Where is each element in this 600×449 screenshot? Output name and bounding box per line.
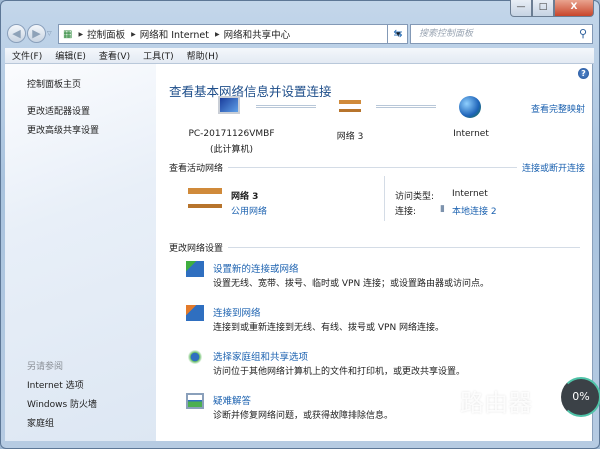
map-internet[interactable]: Internet <box>446 129 496 139</box>
sidebar-change-advanced-sharing[interactable]: 更改高级共享设置 <box>27 123 99 136</box>
access-type-label: 访问类型: <box>395 189 434 202</box>
sidebar-change-adapter-settings[interactable]: 更改适配器设置 <box>27 104 90 117</box>
menu-edit[interactable]: 编辑(E) <box>55 49 86 62</box>
breadcrumb-network-sharing-center[interactable]: 网络和共享中心 <box>224 27 291 41</box>
menu-bar: 文件(F) 编辑(E) 查看(V) 工具(T) 帮助(H) <box>5 48 594 64</box>
menu-tools[interactable]: 工具(T) <box>143 49 174 62</box>
page-title: 查看基本网络信息并设置连接 <box>169 81 332 100</box>
maximize-button[interactable]: □ <box>532 0 554 17</box>
connect-network-link[interactable]: 连接到网络 <box>213 305 261 319</box>
close-button[interactable]: X <box>554 0 594 17</box>
watermark-site: luyouqi.com <box>484 413 545 424</box>
local-connection-link[interactable]: 本地连接 2 <box>452 204 497 217</box>
new-connection-icon <box>186 261 204 277</box>
breadcrumb-network-internet[interactable]: 网络和 Internet <box>140 27 209 41</box>
bench-icon <box>339 100 361 112</box>
view-full-map-link[interactable]: 查看完整映射 <box>531 102 585 115</box>
speed-widget[interactable]: 0% <box>561 377 600 417</box>
sidebar: 控制面板主页 更改适配器设置 更改高级共享设置 另请参阅 Internet 选项… <box>5 64 156 441</box>
search-placeholder: 搜索控制面板 <box>419 29 473 39</box>
network-bench-icon <box>188 188 222 208</box>
sidebar-control-panel-home[interactable]: 控制面板主页 <box>27 77 81 90</box>
sidebar-windows-firewall[interactable]: Windows 防火墙 <box>27 397 97 410</box>
nav-buttons: ◀ ▶ ▽ <box>7 24 52 43</box>
breadcrumb-separator-icon[interactable]: ▶ <box>215 31 220 38</box>
search-input[interactable]: 搜索控制面板 ⚲ <box>410 24 593 44</box>
map-computer-name[interactable]: PC-20171126VMBF <box>184 129 279 139</box>
breadcrumb-separator-icon[interactable]: ▶ <box>78 31 83 38</box>
troubleshoot-icon <box>186 393 204 409</box>
homegroup-icon <box>186 349 204 365</box>
network-type-link[interactable]: 公用网络 <box>231 204 267 217</box>
sidebar-internet-options[interactable]: Internet 选项 <box>27 378 84 391</box>
menu-view[interactable]: 查看(V) <box>99 49 130 62</box>
active-network-name: 网络 3 <box>231 189 258 202</box>
connections-label: 连接: <box>395 204 416 217</box>
new-connection-link[interactable]: 设置新的连接或网络 <box>213 261 299 275</box>
see-also-heading: 另请参阅 <box>27 359 63 372</box>
map-connector <box>256 105 316 108</box>
control-panel-icon: ▦ <box>63 29 72 40</box>
globe-icon <box>459 96 481 118</box>
divider <box>384 176 385 221</box>
help-icon[interactable]: ? <box>578 68 589 79</box>
troubleshoot-desc: 诊断并修复网络问题，或获得故障排除信息。 <box>213 408 393 421</box>
map-connector <box>376 105 436 108</box>
back-button[interactable]: ◀ <box>7 24 26 43</box>
menu-help[interactable]: 帮助(H) <box>187 49 219 62</box>
breadcrumb-separator-icon[interactable]: ▶ <box>131 31 136 38</box>
recent-pages-chevron-icon[interactable]: ▽ <box>47 30 52 37</box>
new-connection-desc: 设置无线、宽带、拨号、临时或 VPN 连接；或设置路由器或访问点。 <box>213 276 489 289</box>
homegroup-link[interactable]: 选择家庭组和共享选项 <box>213 349 308 363</box>
active-networks-heading: 查看活动网络 <box>169 161 223 174</box>
sidebar-homegroup[interactable]: 家庭组 <box>27 416 54 429</box>
connect-network-desc: 连接到或重新连接到无线、有线、拨号或 VPN 网络连接。 <box>213 320 444 333</box>
menu-file[interactable]: 文件(F) <box>12 49 42 62</box>
connect-disconnect-link[interactable]: 连接或断开连接 <box>522 161 585 174</box>
change-settings-heading: 更改网络设置 <box>169 241 223 254</box>
window-controls: — □ X <box>510 0 594 17</box>
homegroup-desc: 访问位于其他网络计算机上的文件和打印机，或更改共享设置。 <box>213 364 465 377</box>
active-networks-section: 查看活动网络 连接或断开连接 <box>169 161 585 174</box>
address-bar[interactable]: ▦ ▶ 控制面板 ▶ 网络和 Internet ▶ 网络和共享中心 ▼ <box>58 24 408 44</box>
speed-widget-percent: 0% <box>572 390 589 403</box>
forward-button[interactable]: ▶ <box>27 24 46 43</box>
access-type-value: Internet <box>452 189 488 199</box>
troubleshoot-link[interactable]: 疑难解答 <box>213 393 251 407</box>
breadcrumb-control-panel[interactable]: 控制面板 <box>87 27 125 41</box>
connect-network-icon <box>186 305 204 321</box>
search-icon[interactable]: ⚲ <box>579 25 587 43</box>
map-computer-sub: (此计算机) <box>184 142 279 155</box>
ethernet-icon: ▮ <box>440 204 445 214</box>
computer-icon <box>218 96 240 114</box>
minimize-button[interactable]: — <box>510 0 532 17</box>
change-settings-section: 更改网络设置 <box>169 241 585 254</box>
refresh-button[interactable]: ⇆ <box>387 24 408 44</box>
map-network-name[interactable]: 网络 3 <box>324 129 376 142</box>
